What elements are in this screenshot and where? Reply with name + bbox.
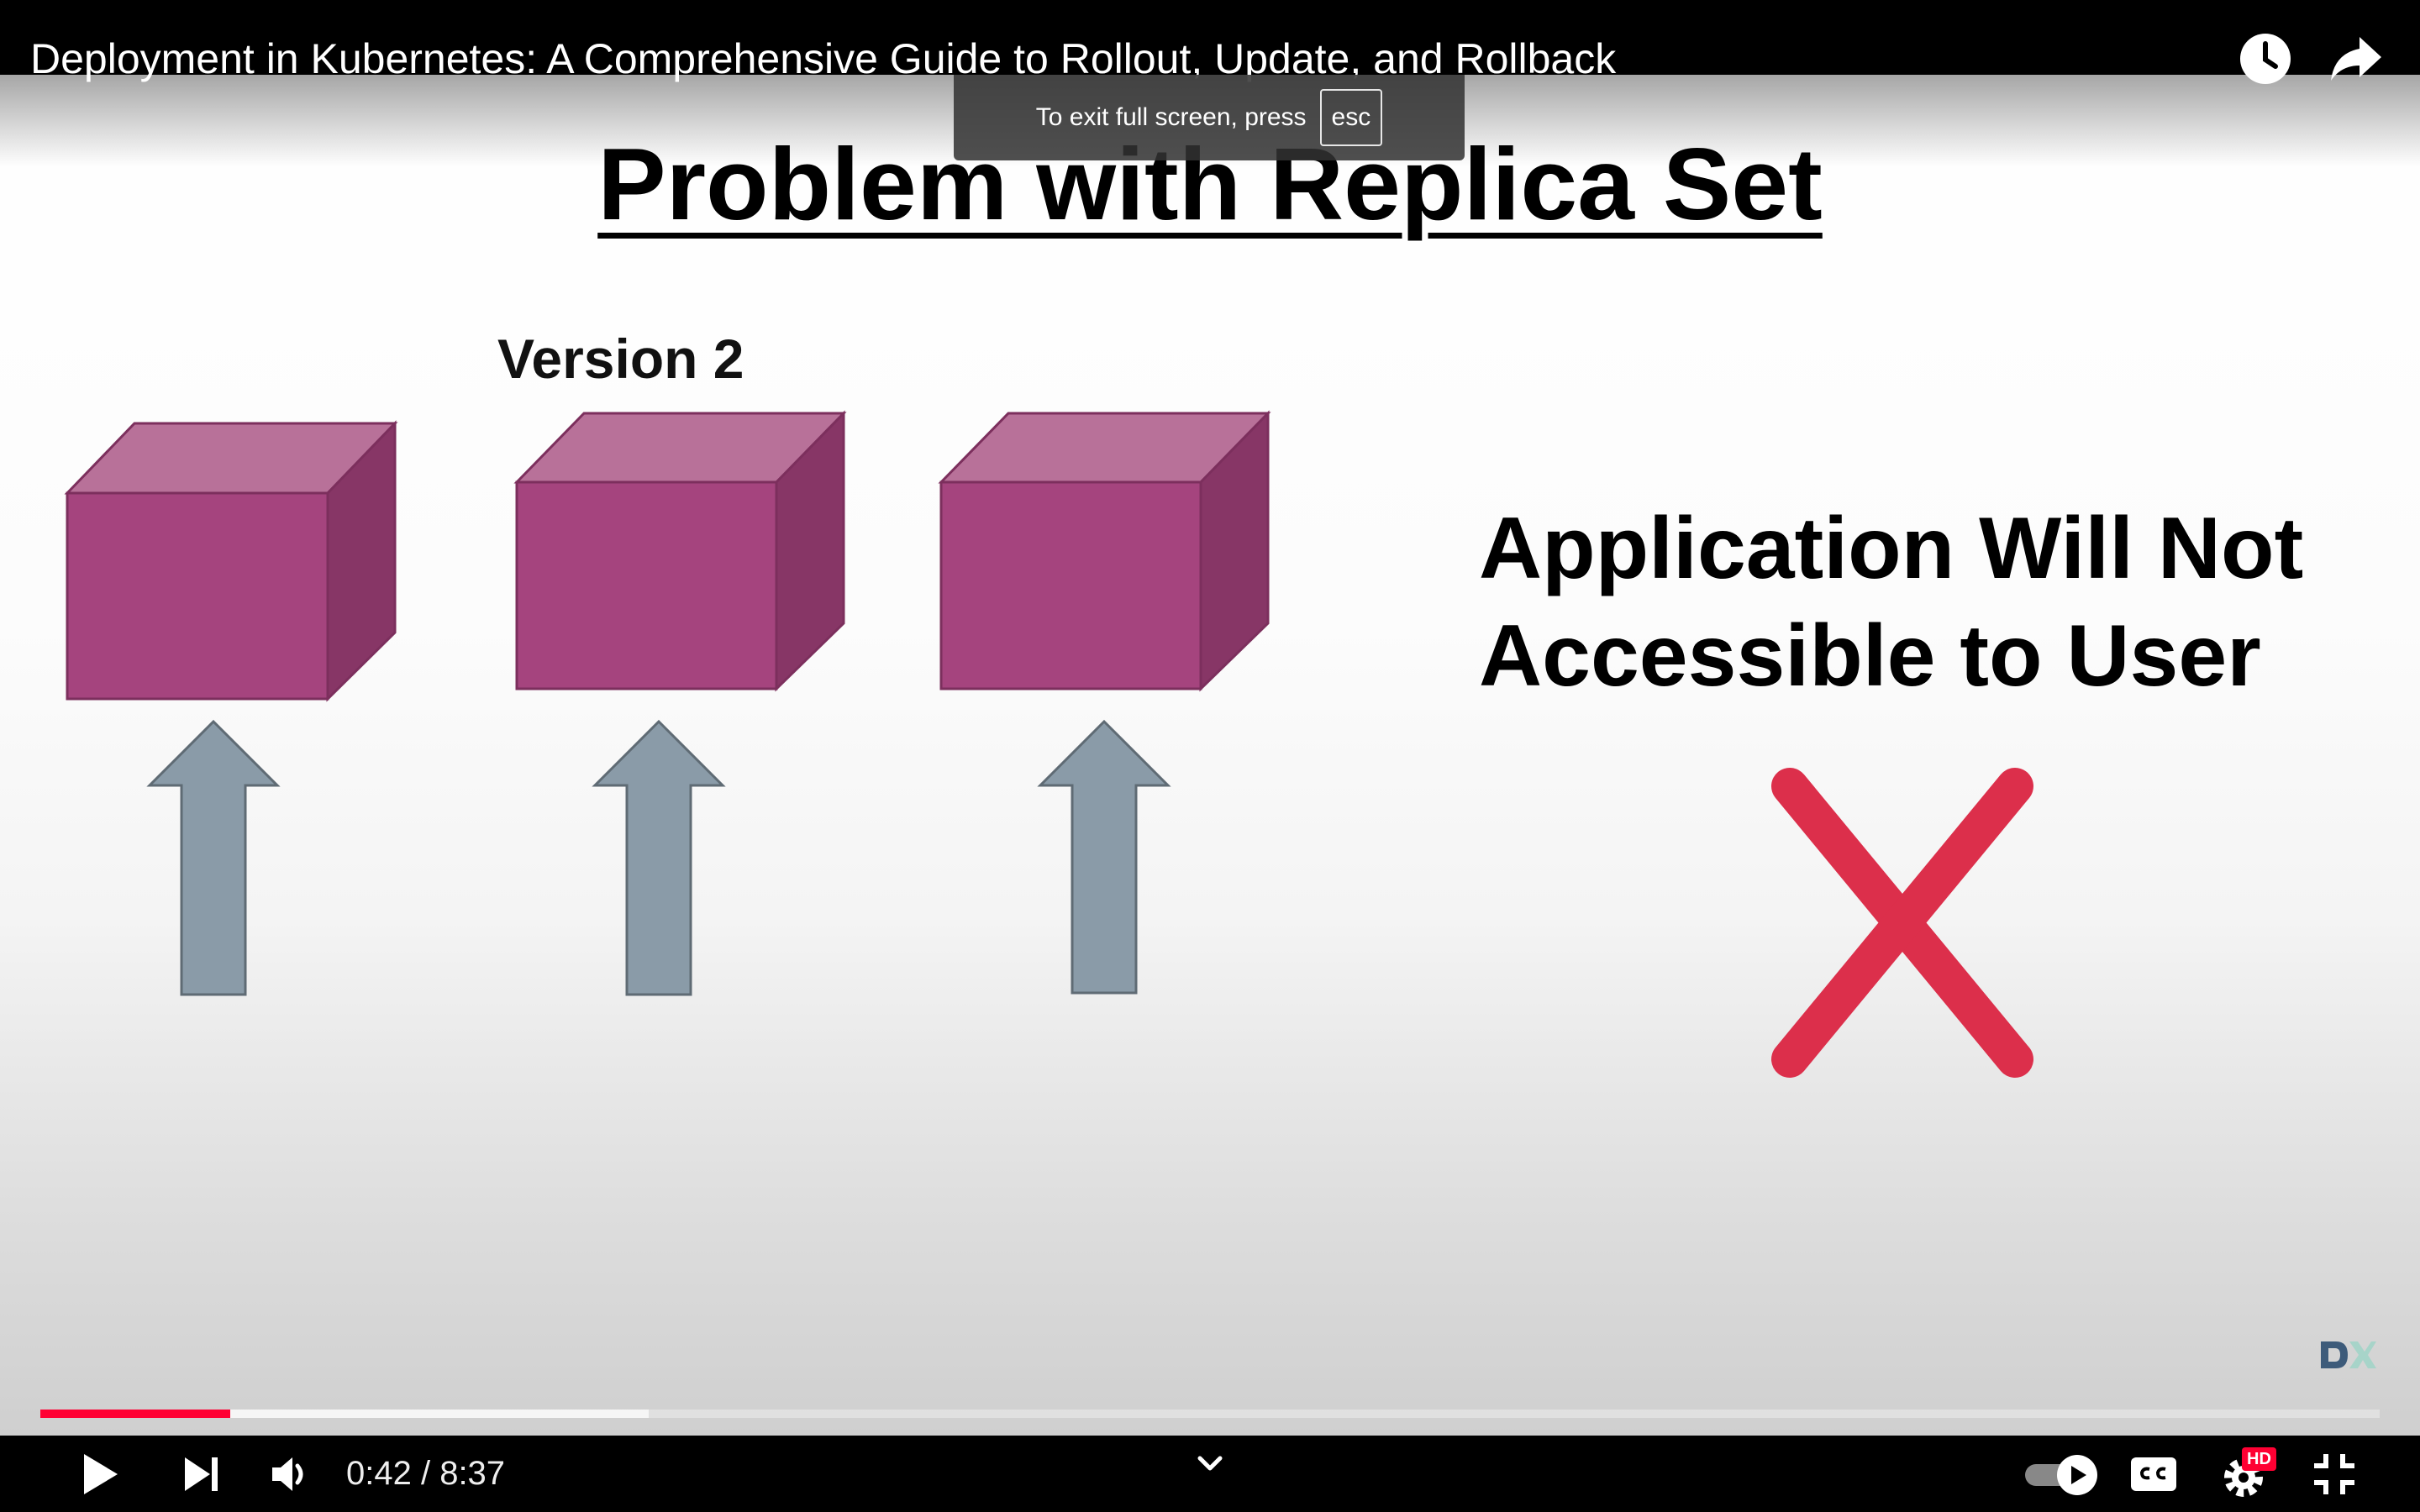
play-icon[interactable] xyxy=(74,1449,124,1499)
app-message-line-1: Application Will Not xyxy=(1479,500,2304,597)
pod-cube-1 xyxy=(64,420,398,702)
fullscreen-toast: To exit full screen, press esc xyxy=(954,75,1465,160)
up-arrow-1 xyxy=(146,719,281,996)
app-message-line-2: Accessible to User xyxy=(1479,607,2261,705)
progress-bar[interactable] xyxy=(40,1410,2380,1418)
up-arrow-2 xyxy=(592,719,726,996)
pod-cube-3 xyxy=(938,410,1271,692)
toast-text: To exit full screen, press xyxy=(1035,103,1307,131)
share-arrow-icon[interactable] xyxy=(2326,29,2386,89)
autoplay-toggle-icon[interactable] xyxy=(2022,1447,2102,1503)
video-player[interactable]: Problem with Replica Set Version 2 Appli… xyxy=(0,0,2420,1512)
volume-icon[interactable] xyxy=(266,1449,316,1499)
control-bar: 0:42 / 8:37 HD xyxy=(0,1436,2420,1512)
slide-illustration xyxy=(64,410,2033,1078)
skip-next-icon[interactable] xyxy=(176,1449,227,1499)
exit-fullscreen-icon[interactable] xyxy=(2309,1449,2360,1499)
app-message: Application Will Not Accessible to User xyxy=(1479,495,2303,710)
esc-key: esc xyxy=(1319,89,1383,146)
pod-cube-2 xyxy=(513,410,847,692)
clock-icon[interactable] xyxy=(2235,29,2296,89)
hd-badge: HD xyxy=(2242,1447,2276,1471)
chevron-down-icon[interactable] xyxy=(1192,1446,1228,1483)
settings-button[interactable]: HD xyxy=(2218,1446,2279,1503)
red-cross-icon xyxy=(1771,768,2033,1078)
time-display: 0:42 / 8:37 xyxy=(346,1455,506,1492)
channel-logo-icon xyxy=(2321,1341,2376,1368)
played-bar xyxy=(40,1410,230,1418)
closed-captions-icon[interactable] xyxy=(2128,1451,2180,1498)
video-frame[interactable]: Problem with Replica Set Version 2 Appli… xyxy=(0,75,2420,1436)
up-arrow-3 xyxy=(1037,719,1171,995)
